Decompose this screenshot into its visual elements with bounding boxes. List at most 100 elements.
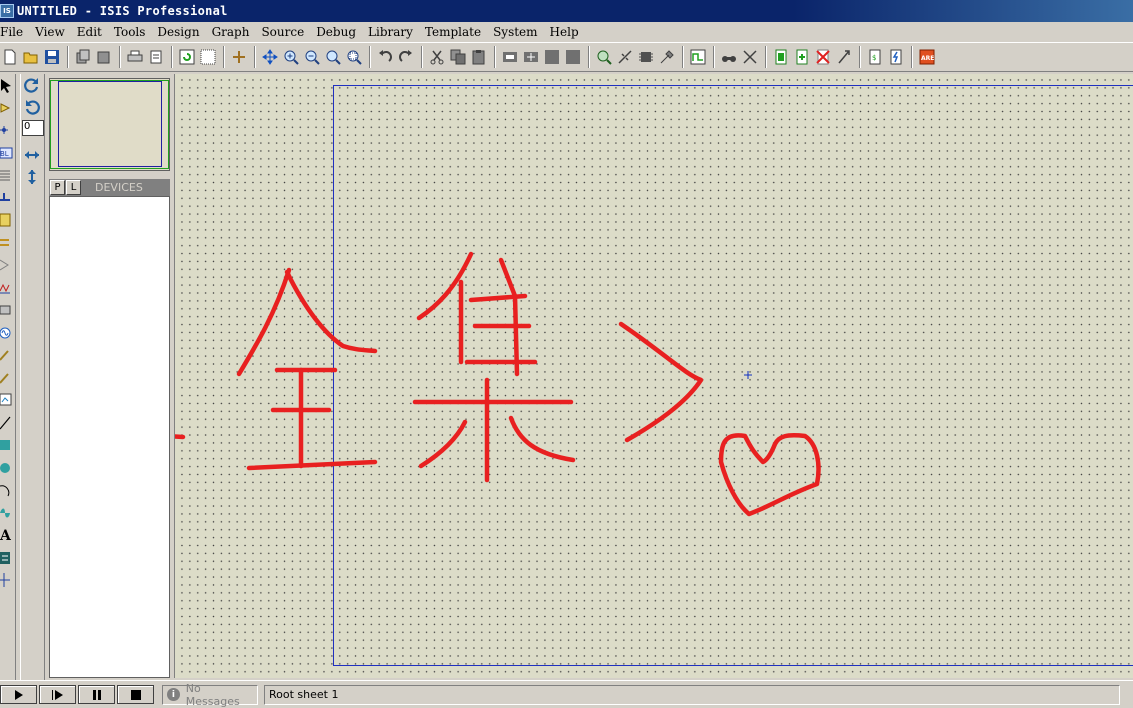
pick-device-icon[interactable] bbox=[594, 47, 614, 67]
handwritten-annotation bbox=[175, 251, 821, 517]
play-button[interactable] bbox=[0, 685, 37, 704]
block-move-icon[interactable] bbox=[521, 47, 541, 67]
pause-button[interactable] bbox=[78, 685, 115, 704]
ares-netlist-icon[interactable]: ARES bbox=[917, 47, 937, 67]
menu-help[interactable]: Help bbox=[544, 25, 585, 39]
heart-stroke bbox=[718, 433, 821, 517]
goto-child-icon[interactable] bbox=[834, 47, 854, 67]
export-icon[interactable] bbox=[94, 47, 114, 67]
wire-autoroute-icon[interactable] bbox=[688, 47, 708, 67]
current-probe-icon[interactable] bbox=[0, 367, 16, 390]
arc-tool-icon[interactable] bbox=[0, 479, 16, 502]
menu-view[interactable]: View bbox=[29, 25, 71, 39]
toolbar-separator bbox=[713, 46, 715, 68]
grid-icon[interactable] bbox=[198, 47, 218, 67]
text-tool-icon[interactable]: A bbox=[0, 524, 16, 547]
subcircuit-icon[interactable] bbox=[0, 209, 16, 232]
stop-button[interactable] bbox=[117, 685, 154, 704]
overview-window[interactable] bbox=[49, 78, 170, 171]
print-area-icon[interactable] bbox=[146, 47, 166, 67]
isis-icon[interactable]: IS bbox=[0, 4, 14, 18]
status-bar: i No Messages Root sheet 1 bbox=[0, 680, 1133, 708]
open-folder-icon[interactable] bbox=[21, 47, 41, 67]
rotation-angle-field[interactable]: 0 bbox=[22, 120, 44, 136]
sheet-status-panel: Root sheet 1 bbox=[264, 684, 1120, 705]
zoom-area-icon[interactable] bbox=[344, 47, 364, 67]
editing-canvas[interactable] bbox=[174, 74, 1133, 678]
paste-icon[interactable] bbox=[469, 47, 489, 67]
selection-mode-icon[interactable] bbox=[0, 74, 16, 97]
toolbar-separator bbox=[421, 46, 423, 68]
block-rotate-icon[interactable] bbox=[542, 47, 562, 67]
package-icon[interactable] bbox=[636, 47, 656, 67]
make-device-icon[interactable] bbox=[615, 47, 635, 67]
electrical-check-icon[interactable] bbox=[886, 47, 906, 67]
property-tool-icon[interactable] bbox=[740, 47, 760, 67]
svg-text:BL: BL bbox=[0, 150, 9, 158]
bus-icon[interactable] bbox=[0, 187, 16, 210]
rotate-anticlockwise-icon[interactable] bbox=[21, 96, 43, 118]
text-script-icon[interactable] bbox=[0, 164, 16, 187]
menu-library[interactable]: Library bbox=[362, 25, 419, 39]
pan-icon[interactable] bbox=[260, 47, 280, 67]
import-icon[interactable] bbox=[73, 47, 93, 67]
search-tag-icon[interactable] bbox=[719, 47, 739, 67]
virtual-instrument-icon[interactable] bbox=[0, 389, 16, 412]
zoom-all-icon[interactable] bbox=[323, 47, 343, 67]
window-title: UNTITLED - ISIS Professional bbox=[17, 4, 228, 18]
svg-text:$: $ bbox=[872, 54, 876, 62]
circle-tool-icon[interactable] bbox=[0, 457, 16, 480]
pick-devices-button[interactable]: P bbox=[50, 180, 65, 195]
menu-edit[interactable]: Edit bbox=[71, 25, 108, 39]
refresh-icon[interactable] bbox=[177, 47, 197, 67]
toolbar-separator bbox=[682, 46, 684, 68]
tape-recorder-icon[interactable] bbox=[0, 299, 16, 322]
rotate-clockwise-icon[interactable] bbox=[21, 74, 43, 96]
redo-icon[interactable] bbox=[396, 47, 416, 67]
marker-tool-icon[interactable] bbox=[0, 569, 16, 592]
voltage-probe-icon[interactable] bbox=[0, 344, 16, 367]
menu-debug[interactable]: Debug bbox=[310, 25, 362, 39]
print-icon[interactable] bbox=[125, 47, 145, 67]
device-pin-icon[interactable] bbox=[0, 254, 16, 277]
junction-dot-icon[interactable] bbox=[0, 119, 16, 142]
wire-label-icon[interactable]: BL bbox=[0, 142, 16, 165]
cut-icon[interactable] bbox=[427, 47, 447, 67]
menu-tools[interactable]: Tools bbox=[108, 25, 152, 39]
line-tool-icon[interactable] bbox=[0, 412, 16, 435]
menu-template[interactable]: Template bbox=[419, 25, 487, 39]
messages-panel[interactable]: i No Messages bbox=[162, 682, 258, 708]
char-quan-stroke-1 bbox=[236, 267, 292, 377]
devices-list[interactable] bbox=[49, 196, 170, 678]
add-sheet-icon[interactable] bbox=[792, 47, 812, 67]
bom-icon[interactable]: $ bbox=[865, 47, 885, 67]
undo-icon[interactable] bbox=[375, 47, 395, 67]
new-sheet-icon[interactable] bbox=[771, 47, 791, 67]
menu-design[interactable]: Design bbox=[151, 25, 205, 39]
box-tool-icon[interactable] bbox=[0, 434, 16, 457]
path-tool-icon[interactable] bbox=[0, 502, 16, 525]
generator-icon[interactable] bbox=[0, 322, 16, 345]
menu-source[interactable]: Source bbox=[255, 25, 310, 39]
new-file-icon[interactable] bbox=[0, 47, 20, 67]
menu-graph[interactable]: Graph bbox=[206, 25, 256, 39]
block-delete-icon[interactable] bbox=[563, 47, 583, 67]
menu-system[interactable]: System bbox=[487, 25, 543, 39]
graph-icon[interactable] bbox=[0, 277, 16, 300]
copy-icon[interactable] bbox=[448, 47, 468, 67]
step-button[interactable] bbox=[39, 685, 76, 704]
mirror-horizontal-icon[interactable] bbox=[21, 144, 43, 166]
zoom-out-icon[interactable] bbox=[302, 47, 322, 67]
save-icon[interactable] bbox=[42, 47, 62, 67]
block-copy-icon[interactable] bbox=[500, 47, 520, 67]
menu-file[interactable]: File bbox=[0, 25, 29, 39]
origin-icon[interactable] bbox=[229, 47, 249, 67]
remove-sheet-icon[interactable] bbox=[813, 47, 833, 67]
decompose-icon[interactable] bbox=[657, 47, 677, 67]
component-mode-icon[interactable] bbox=[0, 97, 16, 120]
library-manager-button[interactable]: L bbox=[66, 180, 81, 195]
symbol-tool-icon[interactable] bbox=[0, 547, 16, 570]
mirror-vertical-icon[interactable] bbox=[21, 166, 43, 188]
zoom-in-icon[interactable] bbox=[281, 47, 301, 67]
terminal-icon[interactable] bbox=[0, 232, 16, 255]
